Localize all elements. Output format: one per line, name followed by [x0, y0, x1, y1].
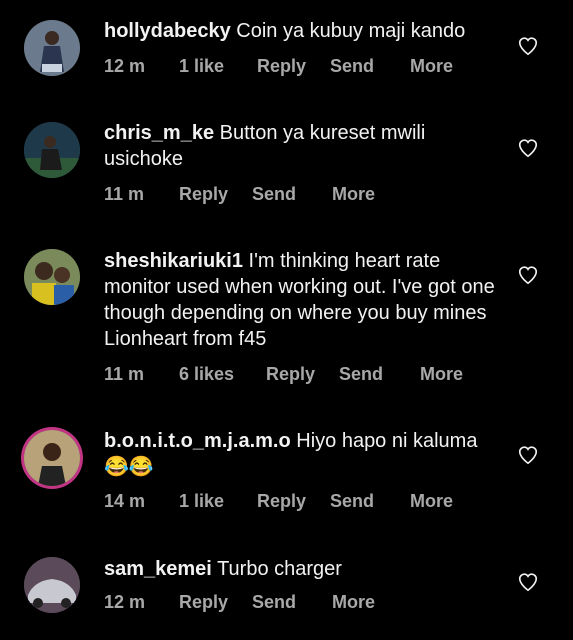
heart-outline-icon[interactable] [517, 571, 539, 593]
comment-body: sam_kemei Turbo charger [104, 556, 499, 582]
comment-text: Turbo charger [217, 558, 342, 580]
avatar[interactable] [24, 557, 80, 613]
comment-username[interactable]: sheshikariuki1 [104, 250, 243, 272]
more-button[interactable]: More [420, 364, 463, 385]
reply-button[interactable]: Reply [257, 56, 306, 77]
send-button[interactable]: Send [330, 491, 374, 512]
reply-button[interactable]: Reply [179, 592, 228, 613]
comment-time: 12 m [104, 592, 146, 612]
avatar[interactable] [24, 122, 80, 178]
comment-body: hollydabecky Coin ya kubuy maji kando [104, 18, 499, 44]
comment-text: Coin ya kubuy maji kando [236, 20, 466, 42]
reply-button[interactable]: Reply [257, 491, 306, 512]
comment-body: sheshikariuki1 I'm thinking heart rate m… [104, 248, 499, 352]
comment-username[interactable]: sam_kemei [104, 558, 212, 580]
reply-button[interactable]: Reply [266, 364, 315, 385]
comment-username[interactable]: b.o.n.i.t.o_m.j.a.m.o [104, 430, 291, 452]
comment-time: 12 m [104, 56, 146, 76]
comment-time: 14 m [104, 491, 146, 511]
heart-outline-icon[interactable] [517, 137, 539, 159]
comment-body: b.o.n.i.t.o_m.j.a.m.o Hiyo hapo ni kalum… [104, 428, 499, 480]
comment-time: 11 m [104, 364, 145, 384]
comment-username[interactable]: chris_m_ke [104, 122, 214, 144]
heart-outline-icon[interactable] [517, 35, 539, 57]
comment-likes-link[interactable]: 1 like [179, 56, 224, 77]
send-button[interactable]: Send [339, 364, 383, 385]
avatar[interactable] [24, 430, 80, 486]
comment-body: chris_m_ke Button ya kureset mwili usich… [104, 120, 499, 172]
heart-outline-icon[interactable] [517, 444, 539, 466]
more-button[interactable]: More [410, 56, 453, 77]
comment-likes-link[interactable]: 6 likes [179, 364, 234, 385]
comment-likes-link[interactable]: 1 like [179, 491, 224, 512]
send-button[interactable]: Send [252, 592, 296, 613]
reply-button[interactable]: Reply [179, 184, 228, 205]
comment-username[interactable]: hollydabecky [104, 20, 231, 42]
more-button[interactable]: More [332, 184, 375, 205]
avatar[interactable] [24, 249, 80, 305]
avatar[interactable] [24, 20, 80, 76]
send-button[interactable]: Send [252, 184, 296, 205]
more-button[interactable]: More [332, 592, 375, 613]
heart-outline-icon[interactable] [517, 264, 539, 286]
send-button[interactable]: Send [330, 56, 374, 77]
comment-time: 11 m [104, 184, 145, 204]
more-button[interactable]: More [410, 491, 453, 512]
